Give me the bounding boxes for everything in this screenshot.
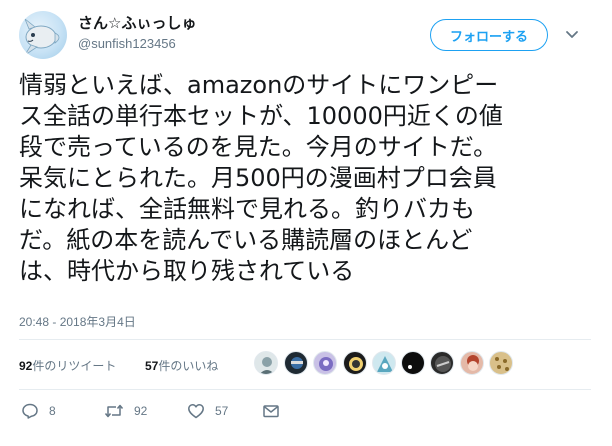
liker-avatar[interactable]	[313, 351, 337, 375]
tweet-header: さん☆ふぃっしゅ @sunfish123456 フォローする	[0, 0, 612, 66]
liker-avatar[interactable]	[254, 351, 278, 375]
likes-label: 件のいいね	[158, 359, 219, 373]
tweet-text-line: は、時代から取り残されている	[19, 257, 355, 285]
liker-avatar[interactable]	[372, 351, 396, 375]
tweet-text-line: 段で売っているのを見た。今月のサイトだ。	[19, 133, 498, 161]
divider	[19, 389, 591, 390]
tweet-text: 情弱といえば、amazonのサイトにワンピー ス全話の単行本セットが、10000…	[19, 70, 599, 287]
retweet-button[interactable]: 92	[104, 401, 147, 421]
liker-avatar[interactable]	[460, 351, 484, 375]
tweet-text-line: ス全話の単行本セットが、10000円近くの値	[19, 102, 503, 130]
like-button[interactable]: 57	[187, 401, 228, 421]
user-handle[interactable]: @sunfish123456	[78, 36, 176, 51]
tweet-stats: 92件のリツイート 57件のいいね	[19, 340, 591, 388]
retweets-count: 92	[19, 359, 33, 373]
likes-stat[interactable]: 57件のいいね	[145, 357, 218, 374]
chevron-down-icon[interactable]	[563, 27, 581, 43]
tweet-text-line: 呆気にとられた。月500円の漫画村プロ会員	[19, 164, 497, 192]
like-count: 57	[215, 404, 229, 418]
reply-count: 8	[49, 404, 56, 418]
reply-button[interactable]: 8	[21, 401, 56, 421]
reply-icon	[22, 403, 38, 419]
liker-avatar[interactable]	[401, 351, 425, 375]
direct-message-button[interactable]	[262, 401, 280, 421]
tweet-text-line: だ。紙の本を読んでいる購読層のほとんど	[19, 226, 473, 254]
likes-count: 57	[145, 359, 159, 373]
liker-avatar[interactable]	[343, 351, 367, 375]
retweet-count: 92	[134, 404, 148, 418]
retweets-label: 件のリツイート	[32, 359, 117, 373]
retweet-icon	[104, 404, 124, 418]
liker-avatar[interactable]	[284, 351, 308, 375]
display-name[interactable]: さん☆ふぃっしゅ	[78, 12, 196, 33]
liker-avatar[interactable]	[489, 351, 513, 375]
follow-button[interactable]: フォローする	[430, 19, 548, 51]
tweet-timestamp[interactable]: 20:48 - 2018年3月4日	[19, 313, 136, 330]
retweets-stat[interactable]: 92件のリツイート	[19, 357, 116, 374]
liker-avatar[interactable]	[430, 351, 454, 375]
sunfish-avatar-icon[interactable]	[19, 11, 67, 59]
envelope-icon	[263, 405, 279, 418]
tweet-text-line: になれば、全話無料で見れる。釣りバカも	[19, 195, 475, 223]
tweet-text-line: 情弱といえば、amazonのサイトにワンピー	[19, 71, 499, 99]
heart-icon	[188, 404, 204, 419]
tweet-actions: 8 92 57	[19, 396, 591, 426]
